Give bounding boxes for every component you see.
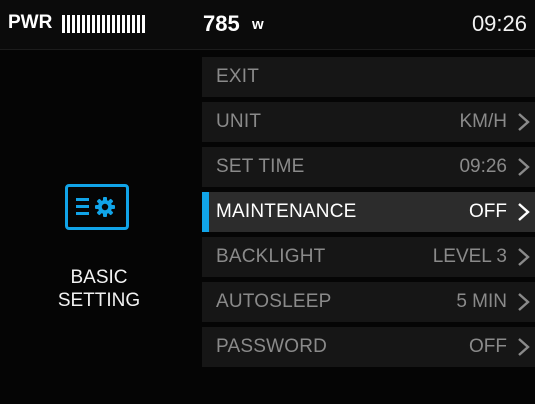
power-bar-segment [117,15,120,33]
power-level-bar [62,15,145,33]
power-bar-segment [122,15,125,33]
power-unit: w [252,16,264,33]
selection-marker [202,192,209,232]
power-bar-segment [142,15,145,33]
power-value: 785 [203,11,240,36]
menu-item-label: BACKLIGHT [216,246,326,267]
menu-item-value: 5 MIN [456,291,507,312]
menu-item-maintenance[interactable]: MAINTENANCE OFF [202,192,535,232]
chevron-right-icon [513,247,533,267]
power-bar-segment [77,15,80,33]
category-label-line1: BASIC [70,267,128,288]
power-bar-segment [87,15,90,33]
menu-item-value: 09:26 [459,156,507,177]
menu-item-exit[interactable]: EXIT [202,57,535,97]
chevron-right-icon [513,112,533,132]
category-label: BASIC SETTING [32,266,166,312]
menu-item-backlight[interactable]: BACKLIGHT LEVEL 3 [202,237,535,277]
menu-item-value: LEVEL 3 [432,246,507,267]
menu-item-autosleep[interactable]: AUTOSLEEP 5 MIN [202,282,535,322]
chevron-right-icon [513,202,533,222]
settings-card-icon [65,184,129,230]
power-bar-segment [107,15,110,33]
menu-item-password[interactable]: PASSWORD OFF [202,327,535,367]
clock: 09:26 [471,11,527,36]
menu-item-value: OFF [469,201,507,222]
menu-item-label: PASSWORD [216,336,328,357]
power-bar-segment [72,15,75,33]
chevron-right-icon [513,337,533,357]
power-bar-segment [67,15,70,33]
menu-item-label: MAINTENANCE [216,201,357,222]
power-bar-segment [102,15,105,33]
power-label: PWR [8,12,53,33]
settings-menu: EXIT UNIT KM/H SET TIME 09:26 MAINTENANCE OFF B… [198,51,535,404]
category-panel: BASIC SETTING [0,51,198,404]
menu-item-value: OFF [469,336,507,357]
power-bar-segment [62,15,65,33]
menu-item-label: EXIT [216,66,260,87]
menu-item-value: KM/H [459,111,508,132]
menu-item-label: SET TIME [216,156,305,177]
category-label-line2: SETTING [57,290,141,311]
menu-item-unit[interactable]: UNIT KM/H [202,102,535,142]
power-bar-segment [82,15,85,33]
chevron-right-icon [513,157,533,177]
power-bar-segment [112,15,115,33]
power-bar-segment [132,15,135,33]
chevron-right-icon [513,292,533,312]
power-bar-segment [127,15,130,33]
menu-item-set-time[interactable]: SET TIME 09:26 [202,147,535,187]
status-bar: PWR 785 w 09:26 [0,0,535,50]
display-screen: PWR 785 w 09:26 BASIC SETTING EXIT UNIT … [0,0,535,404]
power-bar-segment [97,15,100,33]
menu-item-label: UNIT [216,111,262,132]
power-bar-segment [137,15,140,33]
power-bar-segment [92,15,95,33]
menu-item-label: AUTOSLEEP [216,291,332,312]
